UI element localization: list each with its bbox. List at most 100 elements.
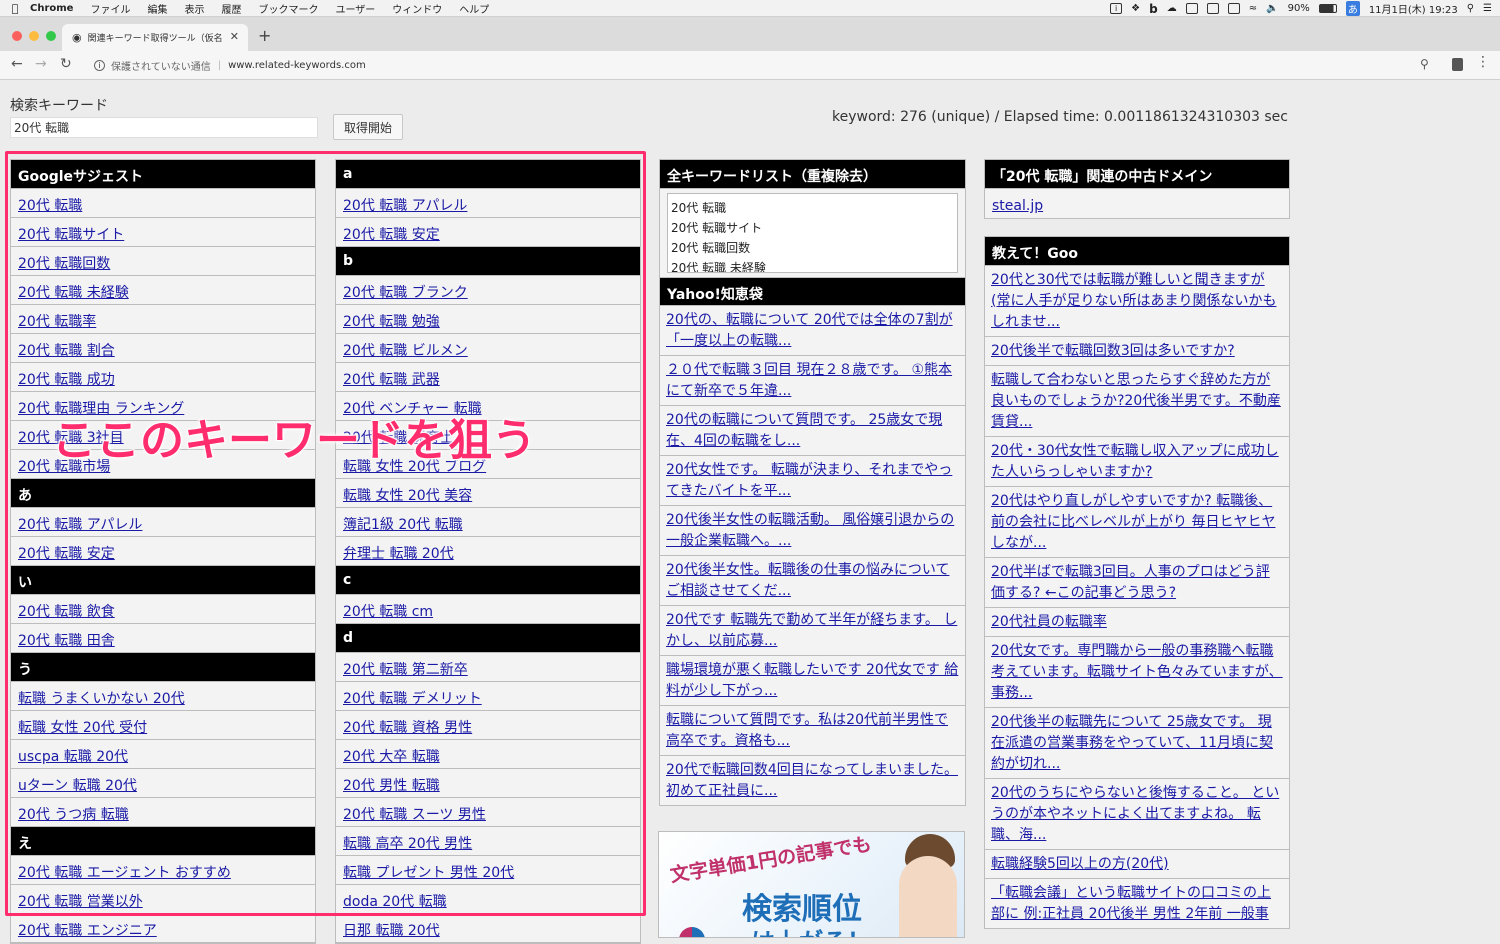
keyword-link[interactable]: 20代 転職 勉強 [343,314,440,330]
question-link[interactable]: 20代後半の転職先について 25歳女です。 現在派遣の営業事務をやっていて、11… [991,714,1273,772]
menu-file[interactable]: ファイル [90,1,130,16]
keyword-link[interactable]: 20代 転職 3社目 [18,430,124,446]
keyword-link[interactable]: 20代 転職理由 ランキング [18,401,184,417]
menu-help[interactable]: ヘルプ [459,1,489,16]
keyword-link[interactable]: 20代 転職 エンジニア [18,923,157,939]
address-bar[interactable]: i 保護されていない通信 | www.related-keywords.com [86,55,1446,76]
keyword-link[interactable]: 20代 男性 転職 [343,778,440,794]
question-link[interactable]: 転職して合わないと思ったらすぐ辞めた方が良いものでしょうか?20代後半男です。不… [991,372,1281,430]
keyword-link[interactable]: 転職 プレゼント 男性 20代 [343,865,514,881]
airplay-icon[interactable] [1227,3,1240,14]
keyword-link[interactable]: 20代 転職 資格 男性 [343,720,472,736]
keyword-link[interactable]: 転職 うまくいかない 20代 [18,691,185,707]
keyword-link[interactable]: 20代 転職 飲食 [18,604,115,620]
keyword-link[interactable]: 簿記1級 20代 転職 [343,517,463,533]
menu-history[interactable]: 履歴 [221,1,241,16]
clock-datetime[interactable]: 11月1日(木) 19:23 [1369,1,1458,16]
question-link[interactable]: ２０代で転職３回目 現在２８歳です。 ①熊本にて新卒で５年違... [666,362,952,399]
apple-icon[interactable]:  [0,2,30,15]
question-link[interactable]: 20代のうちにやらないと後悔すること。 というのが本やネットによく出てますよね。… [991,785,1279,843]
keyword-link[interactable]: 転職 女性 20代 ブログ [343,459,486,475]
keyword-link[interactable]: 20代 転職 エージェント おすすめ [18,865,231,881]
keyword-link[interactable]: 20代 転職 cm [343,604,433,620]
back-arrow-icon[interactable]: ← [11,56,23,72]
keyword-link[interactable]: 20代 転職 成功 [18,372,115,388]
domain-link[interactable]: steal.jp [992,198,1043,214]
display-icon[interactable] [1206,3,1219,14]
battery-icon[interactable] [1318,4,1337,13]
dropbox-icon[interactable]: ❖ [1131,3,1140,14]
keyword-link[interactable]: 20代 転職 デメリット [343,691,482,707]
close-window-button[interactable] [12,31,22,41]
menu-people[interactable]: ユーザー [335,1,375,16]
menu-edit[interactable]: 編集 [147,1,167,16]
search-keyword-input[interactable] [10,117,318,138]
notification-center-icon[interactable]: ☰ [1483,3,1492,14]
url-text[interactable]: www.related-keywords.com [228,60,366,71]
keyword-link[interactable]: 20代 大卒 転職 [343,749,440,765]
info-icon[interactable]: i [1110,3,1123,14]
question-link[interactable]: 「転職会議」という転職サイトの口コミの上部に 例:正社員 20代後半 男性 2年… [991,885,1271,922]
volume-icon[interactable]: 🔈 [1266,3,1278,14]
keyword-link[interactable]: 転職 女性 20代 受付 [18,720,147,736]
question-link[interactable]: 20代の転職について質問です。 25歳女で現在、4回の転職をし... [666,412,942,449]
browser-menu-icon[interactable]: ⋮ [1476,54,1490,70]
keyword-link[interactable]: 20代 転職 未経験 [18,285,129,301]
keyword-link[interactable]: 20代 うつ病 転職 [18,807,129,823]
start-fetch-button[interactable]: 取得開始 [333,114,403,140]
menu-view[interactable]: 表示 [184,1,204,16]
security-label[interactable]: 保護されていない通信 [111,58,211,73]
keyword-link[interactable]: 20代 転職 田舎 [18,633,115,649]
question-link[interactable]: 20代で転職回数4回目になってしまいました。 初めて正社員に... [666,762,958,799]
keyword-link[interactable]: doda 20代 転職 [343,894,447,910]
spotlight-search-icon[interactable]: ⚲ [1467,3,1474,14]
reload-icon[interactable]: ↻ [60,56,72,72]
question-link[interactable]: 20代後半女性の転職活動。 風俗嬢引退からの一般企業転職へ。... [666,512,954,549]
close-tab-icon[interactable]: ✕ [230,30,239,43]
question-link[interactable]: 20代女性です。 転職が決まり、それまでやってきたバイトを平... [666,462,952,499]
keyword-link[interactable]: 20代 転職 保育士 [343,430,454,446]
question-link[interactable]: 転職について質問です。私は20代前半男性で高卒です。資格も... [666,712,948,749]
b-app-icon[interactable]: b [1149,2,1158,16]
input-method-icon[interactable]: あ [1345,1,1360,16]
keyword-link[interactable]: 20代 転職 安定 [343,227,440,243]
keyword-link[interactable]: 20代 転職 [18,198,82,214]
all-keywords-textarea[interactable]: 20代 転職 20代 転職サイト 20代 転職回数 20代 転職 未経験 [667,193,958,273]
minimize-window-button[interactable] [29,31,39,41]
keyword-link[interactable]: 20代 転職市場 [18,459,110,475]
keyword-link[interactable]: 20代 転職サイト [18,227,124,243]
new-tab-button[interactable]: + [258,26,271,45]
menu-bookmarks[interactable]: ブックマーク [258,1,318,16]
keyword-link[interactable]: 転職 女性 20代 美容 [343,488,472,504]
forward-arrow-icon[interactable]: → [35,56,47,72]
security-info-icon[interactable]: i [94,60,105,71]
cloud-icon[interactable]: ☁ [1167,3,1177,14]
keyword-link[interactable]: 20代 転職 安定 [18,546,115,562]
zoom-window-button[interactable] [46,31,56,41]
keyword-link[interactable]: 20代 転職 アパレル [18,517,142,533]
keyword-link[interactable]: 20代 転職 武器 [343,372,440,388]
calendar-icon[interactable] [1185,3,1198,14]
keyword-link[interactable]: uscpa 転職 20代 [18,749,128,765]
keyword-link[interactable]: 20代 転職 第二新卒 [343,662,468,678]
extension-icon[interactable] [1452,58,1463,71]
question-link[interactable]: 20代後半女性。転職後の仕事の悩みについてご相談させてくだ... [666,562,949,599]
question-link[interactable]: 20代半ばで転職3回目。人事のプロはどう評価する? ←この記事どう思う? [991,564,1270,601]
question-link[interactable]: 転職経験5回以上の方(20代) [991,856,1169,872]
keyword-link[interactable]: 日那 転職 20代 [343,923,440,939]
keyword-link[interactable]: 20代 転職回数 [18,256,110,272]
keyword-link[interactable]: 弁理士 転職 20代 [343,546,454,562]
question-link[interactable]: 20代です 転職先で勤めて半年が経ちます。 しかし、以前応募... [666,612,957,649]
question-link[interactable]: 20代後半で転職回数3回は多いですか? [991,343,1235,359]
keyword-link[interactable]: 転職 高卒 20代 男性 [343,836,472,852]
menu-app-name[interactable]: Chrome [30,3,73,14]
browser-tab[interactable]: ◉ 関連キーワード取得ツール（仮名 ✕ [62,24,248,51]
question-link[interactable]: 20代女です。専門職から一般の事務職へ転職考えています。転職サイト色々みています… [991,643,1283,701]
keyword-link[interactable]: 20代 ベンチャー 転職 [343,401,482,417]
question-link[interactable]: 20代社員の転職率 [991,614,1107,630]
question-link[interactable]: 20代の、転職について 20代では全体の7割が「一度以上の転職... [666,312,953,349]
ad-banner[interactable]: 文字単価1円の記事でも 検索順位 は上がる！ [658,831,965,938]
keyword-link[interactable]: 20代 転職 割合 [18,343,115,359]
keyword-link[interactable]: uターン 転職 20代 [18,778,137,794]
question-link[interactable]: 職場環境が悪く転職したいです 20代女です 給料が少し下がっ... [666,662,958,699]
